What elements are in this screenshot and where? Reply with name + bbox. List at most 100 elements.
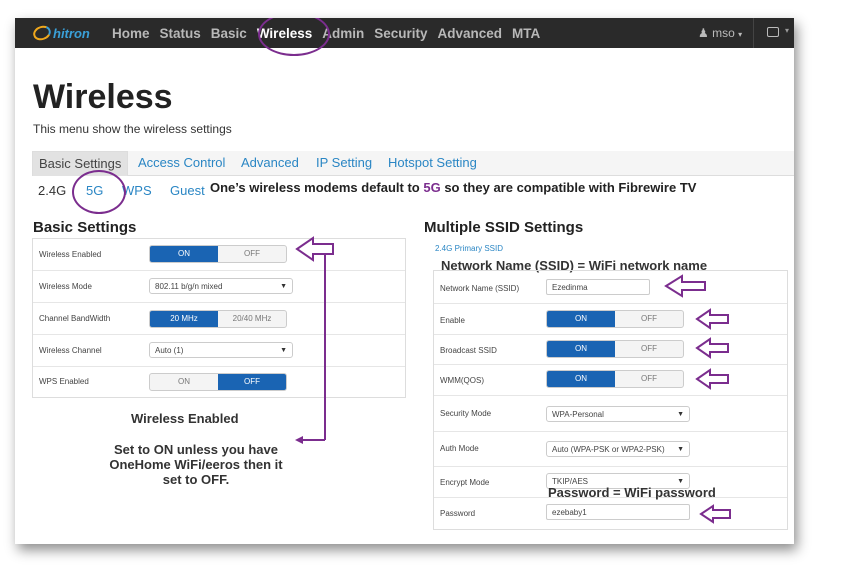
- annotation-note-line-1: Set to ON unless you have: [114, 442, 278, 457]
- logo-text: hitron: [53, 25, 90, 41]
- wmm-qos-label: WMM(QOS): [440, 376, 484, 385]
- logout-caret-icon: ▾: [785, 26, 790, 35]
- row-security-mode: Security Mode WPA-Personal ▼: [434, 396, 787, 432]
- tab-2-4g[interactable]: 2.4G: [38, 180, 66, 202]
- channel-bandwidth-toggle[interactable]: 20 MHz 20/40 MHz: [149, 310, 287, 328]
- page-title: Wireless: [33, 78, 173, 116]
- bandwidth-20-40mhz[interactable]: 20/40 MHz: [218, 311, 286, 327]
- annotation-wireless-enabled-title: Wireless Enabled: [131, 411, 239, 426]
- wireless-highlight-circle: [258, 18, 330, 56]
- wps-off[interactable]: OFF: [218, 374, 286, 390]
- wmm-qos-on[interactable]: ON: [547, 371, 615, 387]
- nav-security[interactable]: Security: [374, 26, 427, 41]
- page-subtitle: This menu show the wireless settings: [33, 122, 232, 136]
- row-wps-enabled: WPS Enabled ON OFF: [33, 367, 405, 396]
- row-password: Password ezebaby1: [434, 498, 787, 528]
- annotation-note-line-3: set to OFF.: [162, 472, 230, 487]
- tab-basic-settings[interactable]: Basic Settings: [32, 151, 129, 176]
- row-wireless-mode: Wireless Mode 802.11 b/g/n mixed ▼: [33, 271, 405, 303]
- screenshot-frame: hitron Home Status Basic Wireless Admin …: [15, 18, 794, 544]
- wireless-mode-value: 802.11 b/g/n mixed: [155, 282, 223, 291]
- main-nav: Home Status Basic Wireless Admin Securit…: [112, 18, 550, 48]
- broadcast-ssid-arrow: [695, 337, 729, 359]
- wireless-enabled-arrow: [295, 236, 334, 444]
- broadcast-ssid-on[interactable]: ON: [547, 341, 615, 357]
- wireless-mode-select[interactable]: 802.11 b/g/n mixed ▼: [149, 278, 293, 294]
- tab-wps[interactable]: WPS: [122, 180, 152, 202]
- wmm-qos-toggle[interactable]: ON OFF: [546, 370, 684, 388]
- enable-toggle[interactable]: ON OFF: [546, 310, 684, 328]
- user-icon: ♟: [698, 26, 709, 40]
- row-channel-bandwidth: Channel BandWidth 20 MHz 20/40 MHz: [33, 303, 405, 335]
- row-wireless-channel: Wireless Channel Auto (1) ▼: [33, 335, 405, 367]
- wps-enabled-toggle[interactable]: ON OFF: [149, 373, 287, 391]
- network-name-arrow: [664, 274, 706, 298]
- wireless-enabled-on[interactable]: ON: [150, 246, 218, 262]
- broadcast-ssid-off[interactable]: OFF: [615, 341, 683, 357]
- annotation-5g-note: One’s wireless modems default to 5G so t…: [210, 180, 696, 195]
- tab-hotspot-setting[interactable]: Hotspot Setting: [382, 151, 483, 175]
- logout-icon[interactable]: [767, 27, 779, 37]
- nav-advanced[interactable]: Advanced: [438, 26, 503, 41]
- chevron-down-icon: ▼: [280, 347, 287, 354]
- wireless-channel-select[interactable]: Auto (1) ▼: [149, 342, 293, 358]
- auth-mode-value: Auto (WPA-PSK or WPA2-PSK): [552, 445, 665, 454]
- wps-enabled-label: WPS Enabled: [39, 377, 89, 386]
- row-auth-mode: Auth Mode Auto (WPA-PSK or WPA2-PSK) ▼: [434, 432, 787, 467]
- wireless-channel-value: Auto (1): [155, 346, 184, 355]
- hitron-logo[interactable]: hitron: [31, 23, 90, 43]
- bandwidth-20mhz[interactable]: 20 MHz: [150, 311, 218, 327]
- nav-status[interactable]: Status: [160, 26, 201, 41]
- row-wireless-enabled: Wireless Enabled ON OFF: [33, 239, 405, 271]
- row-network-name: Network Name (SSID) Ezedinma: [434, 271, 787, 304]
- user-name: mso: [712, 26, 735, 40]
- wmm-qos-off[interactable]: OFF: [615, 371, 683, 387]
- basic-settings-table: Wireless Enabled ON OFF Wireless Mode 80…: [32, 238, 406, 398]
- security-mode-select[interactable]: WPA-Personal ▼: [546, 406, 690, 422]
- chevron-down-icon: ▼: [280, 283, 287, 290]
- enable-off[interactable]: OFF: [615, 311, 683, 327]
- annotation-5g-suffix: so they are compatible with Fibrewire TV: [440, 180, 697, 195]
- tab-access-control[interactable]: Access Control: [132, 151, 231, 175]
- nav-home[interactable]: Home: [112, 26, 150, 41]
- security-mode-label: Security Mode: [440, 409, 492, 418]
- network-name-input[interactable]: Ezedinma: [546, 279, 650, 295]
- network-name-label: Network Name (SSID): [440, 284, 520, 293]
- annotation-note-line-2: OneHome WiFi/eeros then it: [109, 457, 283, 472]
- hitron-logo-icon: [31, 23, 53, 43]
- encrypt-mode-label: Encrypt Mode: [440, 478, 490, 487]
- annotation-5g-highlight: 5G: [423, 180, 441, 195]
- row-broadcast-ssid: Broadcast SSID ON OFF: [434, 335, 787, 365]
- wmm-qos-arrow: [695, 368, 729, 390]
- row-wmm-qos: WMM(QOS) ON OFF: [434, 365, 787, 396]
- channel-bandwidth-label: Channel BandWidth: [39, 314, 111, 323]
- chevron-down-icon: ▼: [677, 411, 684, 418]
- wireless-enabled-toggle[interactable]: ON OFF: [149, 245, 287, 263]
- broadcast-ssid-label: Broadcast SSID: [440, 346, 497, 355]
- basic-settings-title: Basic Settings: [33, 219, 137, 236]
- user-menu[interactable]: ♟ mso ▾: [698, 26, 742, 40]
- wireless-enabled-off[interactable]: OFF: [218, 246, 286, 262]
- row-enable: Enable ON OFF: [434, 304, 787, 335]
- multiple-ssid-title: Multiple SSID Settings: [424, 219, 584, 236]
- annotation-wireless-enabled-note: Set to ON unless you have OneHome WiFi/e…: [85, 442, 307, 487]
- wps-on[interactable]: ON: [150, 374, 218, 390]
- tab-advanced[interactable]: Advanced: [235, 151, 305, 175]
- password-arrow: [699, 504, 731, 524]
- primary-ssid-link[interactable]: 2.4G Primary SSID: [435, 244, 503, 253]
- tab-ip-setting[interactable]: IP Setting: [310, 151, 378, 175]
- auth-mode-select[interactable]: Auto (WPA-PSK or WPA2-PSK) ▼: [546, 441, 690, 457]
- 5g-highlight-circle: [72, 170, 126, 214]
- enable-on[interactable]: ON: [547, 311, 615, 327]
- broadcast-ssid-toggle[interactable]: ON OFF: [546, 340, 684, 358]
- tab-guest[interactable]: Guest: [170, 180, 205, 202]
- main-tabs: Basic Settings Access Control Advanced I…: [32, 151, 794, 176]
- password-label: Password: [440, 509, 476, 518]
- navbar-divider: [753, 18, 754, 48]
- password-input[interactable]: ezebaby1: [546, 504, 690, 520]
- wireless-enabled-label: Wireless Enabled: [39, 250, 102, 259]
- nav-mta[interactable]: MTA: [512, 26, 540, 41]
- top-navbar: hitron Home Status Basic Wireless Admin …: [15, 18, 794, 56]
- nav-basic[interactable]: Basic: [211, 26, 247, 41]
- annotation-password: Password = WiFi password: [548, 485, 716, 500]
